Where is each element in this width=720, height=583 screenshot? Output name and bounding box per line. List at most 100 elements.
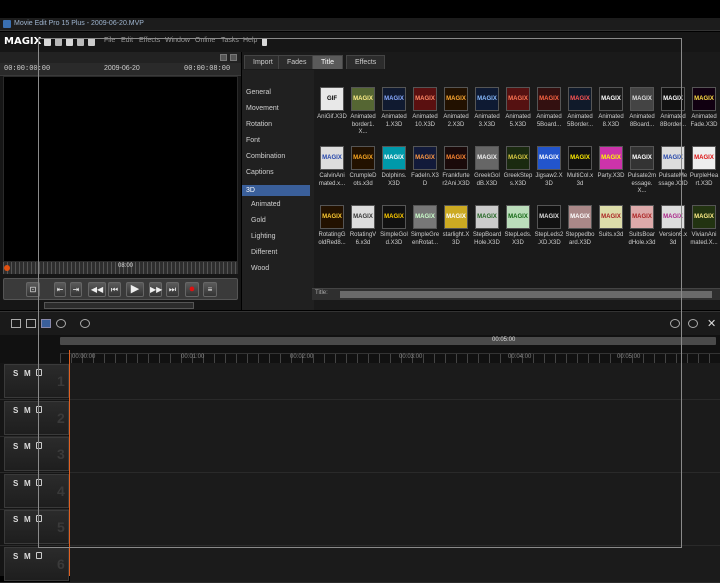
solo-button[interactable]: S: [13, 515, 18, 524]
category-rotation[interactable]: Rotation: [246, 121, 272, 128]
track-content[interactable]: [70, 363, 720, 399]
title-template-item[interactable]: MAGIX Suits.x3d: [596, 205, 626, 240]
title-template-item[interactable]: MAGIX SimpleGre enRotat...: [410, 205, 440, 247]
track-content[interactable]: [70, 545, 720, 582]
lock-icon[interactable]: [36, 478, 42, 486]
template-thumbnail[interactable]: MAGIX: [599, 205, 623, 229]
close-timeline-icon[interactable]: ✕: [707, 317, 716, 330]
title-template-item[interactable]: MAGIX GreekGol dB.X3D: [472, 146, 502, 188]
undo-icon[interactable]: [88, 38, 95, 46]
title-template-item[interactable]: MAGIX Dolphins. X3D: [379, 146, 409, 188]
track-content[interactable]: [70, 472, 720, 509]
track-content[interactable]: [70, 509, 720, 545]
template-thumbnail[interactable]: MAGIX: [568, 146, 592, 170]
timeline-view-icon[interactable]: [41, 319, 51, 328]
template-thumbnail[interactable]: MAGIX: [413, 146, 437, 170]
template-thumbnail[interactable]: MAGIX: [506, 146, 530, 170]
title-template-item[interactable]: MAGIX SimpleGol d.X3D: [379, 205, 409, 247]
play-button[interactable]: ▶: [126, 282, 144, 297]
category-different[interactable]: Different: [251, 249, 277, 256]
title-template-item[interactable]: MAGIX CalvinAni mated.x...: [317, 146, 347, 188]
storyboard-view-icon[interactable]: [26, 319, 36, 328]
template-thumbnail[interactable]: MAGIX: [382, 146, 406, 170]
lock-icon[interactable]: [36, 369, 42, 376]
save-icon[interactable]: [66, 38, 73, 46]
mute-button[interactable]: M: [24, 369, 31, 378]
title-template-item[interactable]: MAGIX Animated 5Border...: [565, 87, 595, 129]
open-file-icon[interactable]: [55, 38, 62, 46]
template-thumbnail[interactable]: MAGIX: [661, 146, 685, 170]
solo-button[interactable]: S: [13, 442, 18, 451]
track-header[interactable]: SM 5: [4, 510, 69, 544]
timeline-scrollbar[interactable]: 00:05:00: [60, 337, 716, 345]
template-thumbnail[interactable]: MAGIX: [661, 87, 685, 111]
mute-button[interactable]: M: [24, 406, 31, 415]
title-template-item[interactable]: MAGIX Version6.x 3d: [658, 205, 688, 247]
title-template-item[interactable]: MAGIX RotatingG oldRed8...: [317, 205, 347, 247]
menu-edit[interactable]: Edit: [121, 37, 133, 44]
lock-icon[interactable]: [36, 551, 42, 559]
record-button[interactable]: ●: [185, 282, 199, 297]
tab-import[interactable]: Import: [244, 55, 282, 69]
title-template-item[interactable]: MAGIX VivianAni mated.X...: [689, 205, 719, 247]
previous-marker-button[interactable]: ⏮: [108, 282, 121, 297]
template-thumbnail[interactable]: MAGIX: [475, 146, 499, 170]
template-thumbnail[interactable]: MAGIX: [692, 146, 716, 170]
mute-button[interactable]: M: [24, 479, 31, 488]
template-thumbnail[interactable]: MAGIX: [351, 146, 375, 170]
info-icon[interactable]: [262, 38, 267, 46]
menu-help[interactable]: Help: [243, 37, 257, 44]
solo-button[interactable]: S: [13, 479, 18, 488]
title-template-item[interactable]: MAGIX RotatingV 6.x3d: [348, 205, 378, 247]
title-template-item[interactable]: MAGIX StepLeds. X3D: [503, 205, 533, 247]
template-thumbnail[interactable]: MAGIX: [568, 87, 592, 111]
mute-button[interactable]: M: [24, 515, 31, 524]
template-thumbnail[interactable]: MAGIX: [506, 87, 530, 111]
title-template-item[interactable]: MAGIX StepLeds2 .XD.X3D: [534, 205, 564, 247]
track-header[interactable]: SM 1: [4, 364, 69, 398]
track-content[interactable]: [70, 399, 720, 436]
forward-button[interactable]: ▶▶: [149, 282, 162, 297]
track-header[interactable]: SM 3: [4, 437, 69, 471]
preview-ruler[interactable]: 08:00: [3, 262, 238, 274]
category-gold[interactable]: Gold: [251, 217, 266, 224]
template-thumbnail[interactable]: GIF: [320, 87, 344, 111]
title-template-item[interactable]: MAGIX SuitsBoar dHole.x3d: [627, 205, 657, 247]
mute-button[interactable]: M: [24, 442, 31, 451]
template-thumbnail[interactable]: MAGIX: [537, 205, 561, 229]
title-template-item[interactable]: MAGIX Animated 8.X3D: [596, 87, 626, 129]
template-thumbnail[interactable]: MAGIX: [568, 205, 592, 229]
template-thumbnail[interactable]: MAGIX: [320, 146, 344, 170]
template-thumbnail[interactable]: MAGIX: [630, 146, 654, 170]
solo-button[interactable]: S: [13, 552, 18, 561]
lock-icon[interactable]: [36, 515, 42, 522]
template-thumbnail[interactable]: MAGIX: [599, 146, 623, 170]
title-template-item[interactable]: MAGIX Animated 5.X3D: [503, 87, 533, 129]
template-thumbnail[interactable]: MAGIX: [320, 205, 344, 229]
template-thumbnail[interactable]: MAGIX: [630, 87, 654, 111]
close-icon[interactable]: [230, 54, 237, 61]
category-font[interactable]: Font: [246, 137, 260, 144]
template-thumbnail[interactable]: MAGIX: [692, 205, 716, 229]
arranger-view-icon[interactable]: [11, 319, 21, 328]
category-combination[interactable]: Combination: [246, 153, 285, 160]
cut-icon[interactable]: [77, 38, 84, 46]
template-thumbnail[interactable]: MAGIX: [537, 87, 561, 111]
title-template-item[interactable]: MAGIX Animated Fade.X3D: [689, 87, 719, 129]
title-template-item[interactable]: MAGIX Frankfurte r2Ani.X3D: [441, 146, 471, 188]
template-thumbnail[interactable]: MAGIX: [413, 205, 437, 229]
track-header[interactable]: SM 4: [4, 473, 69, 508]
menu-online[interactable]: Online: [195, 37, 215, 44]
title-template-item[interactable]: MAGIX Animated 1.X3D: [379, 87, 409, 129]
category-wood[interactable]: Wood: [251, 265, 269, 272]
title-template-item[interactable]: MAGIX starlight.X 3D: [441, 205, 471, 247]
title-template-item[interactable]: MAGIX Pulsate2m essage.X...: [627, 146, 657, 196]
template-thumbnail[interactable]: MAGIX: [351, 205, 375, 229]
template-thumbnail[interactable]: MAGIX: [444, 87, 468, 111]
category-general[interactable]: General: [246, 89, 271, 96]
template-thumbnail[interactable]: MAGIX: [351, 87, 375, 111]
template-thumbnail[interactable]: MAGIX: [630, 205, 654, 229]
title-template-item[interactable]: MAGIX Steppedbo ard.X3D: [565, 205, 595, 247]
template-thumbnail[interactable]: MAGIX: [382, 205, 406, 229]
template-thumbnail[interactable]: MAGIX: [692, 87, 716, 111]
